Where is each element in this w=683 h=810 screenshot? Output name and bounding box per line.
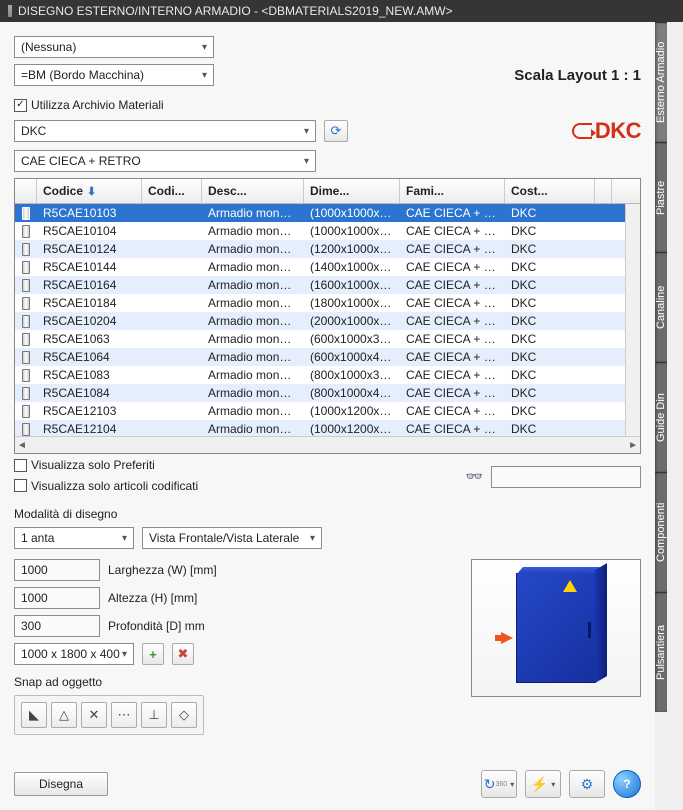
cabinet-row-icon: [22, 243, 30, 256]
chevron-down-icon: ▾: [202, 42, 207, 53]
tab-canaline[interactable]: Canaline: [655, 252, 667, 362]
chevron-down-icon: ▾: [304, 126, 309, 137]
snap-toolbar: ◣ △ ✕ ⋯ ⊥ ◇: [14, 695, 204, 735]
family-combo[interactable]: CAE CIECA + RETRO▾: [14, 150, 316, 172]
preset-combo[interactable]: 1000 x 1800 x 400▾: [14, 643, 134, 665]
checkbox-icon: [14, 459, 27, 472]
table-row[interactable]: R5CAE10204Armadio monobl...(2000x1000x40…: [15, 312, 625, 330]
vendor-combo[interactable]: DKC▾: [14, 120, 316, 142]
cabinet-row-icon: [22, 387, 30, 400]
side-tabs: Esterno Armadio Piastre Canaline Guide D…: [655, 22, 683, 810]
depth-label: Profondità [D] mm: [108, 619, 205, 633]
tab-esterno-armadio[interactable]: Esterno Armadio: [655, 22, 667, 142]
materials-grid: Codice ⬇ Codi... Desc... Dime... Fami...…: [14, 178, 641, 454]
help-button[interactable]: ?: [613, 770, 641, 798]
cabinet-row-icon: [22, 351, 30, 364]
cabinet-row-icon: [22, 207, 30, 220]
table-row[interactable]: R5CAE1084Armadio monobl...(800x1000x400)…: [15, 384, 625, 402]
search-icon: 👓: [466, 468, 483, 485]
depth-input[interactable]: 300: [14, 615, 100, 637]
layer-combo[interactable]: (Nessuna)▾: [14, 36, 214, 58]
main-panel: (Nessuna)▾ =BM (Bordo Macchina)▾ Scala L…: [0, 22, 655, 810]
cabinet-row-icon: [22, 423, 30, 436]
cabinet-row-icon: [22, 333, 30, 346]
chevron-down-icon: ▾: [202, 70, 207, 81]
width-input[interactable]: 1000: [14, 559, 100, 581]
snap-nearest-button[interactable]: ⋯: [111, 702, 137, 728]
vertical-scrollbar[interactable]: [625, 204, 640, 436]
add-preset-button[interactable]: +: [142, 643, 164, 665]
table-row[interactable]: R5CAE1063Armadio monobl...(600x1000x300)…: [15, 330, 625, 348]
cabinet-row-icon: [22, 261, 30, 274]
window-titlebar: DISEGNO ESTERNO/INTERNO ARMADIO - <DBMAT…: [0, 0, 683, 22]
door-combo[interactable]: 1 anta▾: [14, 527, 134, 549]
table-row[interactable]: R5CAE1064Armadio monobl...(600x1000x400)…: [15, 348, 625, 366]
checkbox-icon: ✓: [14, 99, 27, 112]
table-row[interactable]: R5CAE10144Armadio monobl...(1400x1000x40…: [15, 258, 625, 276]
favorites-only-checkbox[interactable]: Visualizza solo Preferiti: [14, 458, 155, 472]
scale-label: Scala Layout 1 : 1: [514, 67, 641, 84]
snap-endpoint-button[interactable]: ◣: [21, 702, 47, 728]
refresh-button[interactable]: ⟳: [324, 120, 348, 142]
tab-pulsantiera[interactable]: Pulsantiera: [655, 592, 667, 712]
snap-intersection-button[interactable]: ✕: [81, 702, 107, 728]
cabinet-row-icon: [22, 369, 30, 382]
snap-perpendicular-button[interactable]: ⊥: [141, 702, 167, 728]
location-combo[interactable]: =BM (Bordo Macchina)▾: [14, 64, 214, 86]
table-row[interactable]: R5CAE10124Armadio monobl...(1200x1000x40…: [15, 240, 625, 258]
width-label: Larghezza (W) [mm]: [108, 563, 217, 577]
settings-button[interactable]: ⚙: [569, 770, 605, 798]
snap-node-button[interactable]: ◇: [171, 702, 197, 728]
table-row[interactable]: R5CAE1083Armadio monobl...(800x1000x300)…: [15, 366, 625, 384]
cabinet-row-icon: [22, 315, 30, 328]
table-row[interactable]: R5CAE10104Armadio monobl...(1000x1000x40…: [15, 222, 625, 240]
tab-componenti[interactable]: Componenti: [655, 472, 667, 592]
height-input[interactable]: 1000: [14, 587, 100, 609]
rotate-360-button[interactable]: ↻360▾: [481, 770, 517, 798]
chevron-down-icon: ▾: [304, 156, 309, 167]
flash-button[interactable]: ⚡▾: [525, 770, 561, 798]
cabinet-row-icon: [22, 225, 30, 238]
cabinet-icon: [516, 573, 596, 683]
table-row[interactable]: R5CAE10184Armadio monobl...(1800x1000x40…: [15, 294, 625, 312]
sort-asc-icon: ⬇: [87, 185, 96, 198]
arrow-icon: [501, 632, 513, 644]
table-row[interactable]: R5CAE10164Armadio monobl...(1600x1000x40…: [15, 276, 625, 294]
height-label: Altezza (H) [mm]: [108, 591, 197, 605]
snap-midpoint-button[interactable]: △: [51, 702, 77, 728]
brand-logo: DKC: [572, 118, 641, 144]
tab-guide-din[interactable]: Guide Din: [655, 362, 667, 472]
table-row[interactable]: R5CAE10103Armadio monobl...(1000x1000x30…: [15, 204, 625, 222]
delete-preset-button[interactable]: ✖: [172, 643, 194, 665]
tab-piastre[interactable]: Piastre: [655, 142, 667, 252]
logo-glyph-icon: [572, 123, 592, 139]
cabinet-row-icon: [22, 279, 30, 292]
cabinet-row-icon: [22, 405, 30, 418]
preview-3d: [471, 559, 641, 697]
window-title: DISEGNO ESTERNO/INTERNO ARMADIO - <DBMAT…: [18, 0, 453, 22]
draw-button[interactable]: Disegna: [14, 772, 108, 796]
view-combo[interactable]: Vista Frontale/Vista Laterale▾: [142, 527, 322, 549]
cabinet-row-icon: [22, 297, 30, 310]
snap-label: Snap ad oggetto: [14, 675, 217, 689]
table-row[interactable]: R5CAE12103Armadio monobl...(1000x1200x30…: [15, 402, 625, 420]
checkbox-icon: [14, 479, 27, 492]
use-archive-checkbox[interactable]: ✓ Utilizza Archivio Materiali: [14, 98, 164, 112]
search-input[interactable]: [491, 466, 641, 488]
warning-icon: [563, 580, 577, 592]
coded-only-checkbox[interactable]: Visualizza solo articoli codificati: [14, 479, 198, 493]
horizontal-scrollbar[interactable]: ◄►: [15, 436, 640, 453]
table-row[interactable]: R5CAE12104Armadio monobl...(1000x1200x40…: [15, 420, 625, 436]
grid-header[interactable]: Codice ⬇ Codi... Desc... Dime... Fami...…: [15, 179, 640, 204]
drawmode-label: Modalità di disegno: [14, 507, 641, 521]
